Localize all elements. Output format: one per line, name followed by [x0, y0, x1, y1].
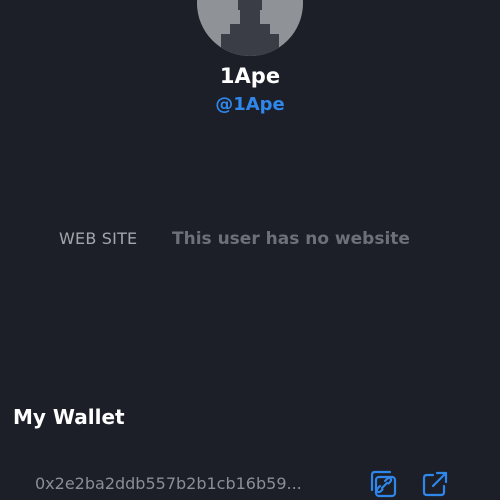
website-value: This user has no website	[172, 229, 410, 249]
user-handle[interactable]: @1Ape	[0, 92, 500, 118]
external-link-icon	[422, 471, 448, 497]
wallet-section-title: My Wallet	[13, 405, 125, 429]
display-name: 1Ape	[219, 64, 281, 88]
open-explorer-button[interactable]	[421, 470, 449, 498]
copy-address-button[interactable]	[369, 470, 397, 498]
profile-page: 1Ape @1Ape WEB SITE This user has no web…	[0, 0, 500, 500]
wallet-address: 0x2e2ba2ddb557b2b1cb16b59...	[35, 474, 302, 493]
website-label: WEB SITE	[59, 229, 138, 248]
copy-link-icon	[370, 470, 397, 498]
default-avatar-icon	[197, 0, 303, 56]
avatar	[197, 0, 303, 56]
